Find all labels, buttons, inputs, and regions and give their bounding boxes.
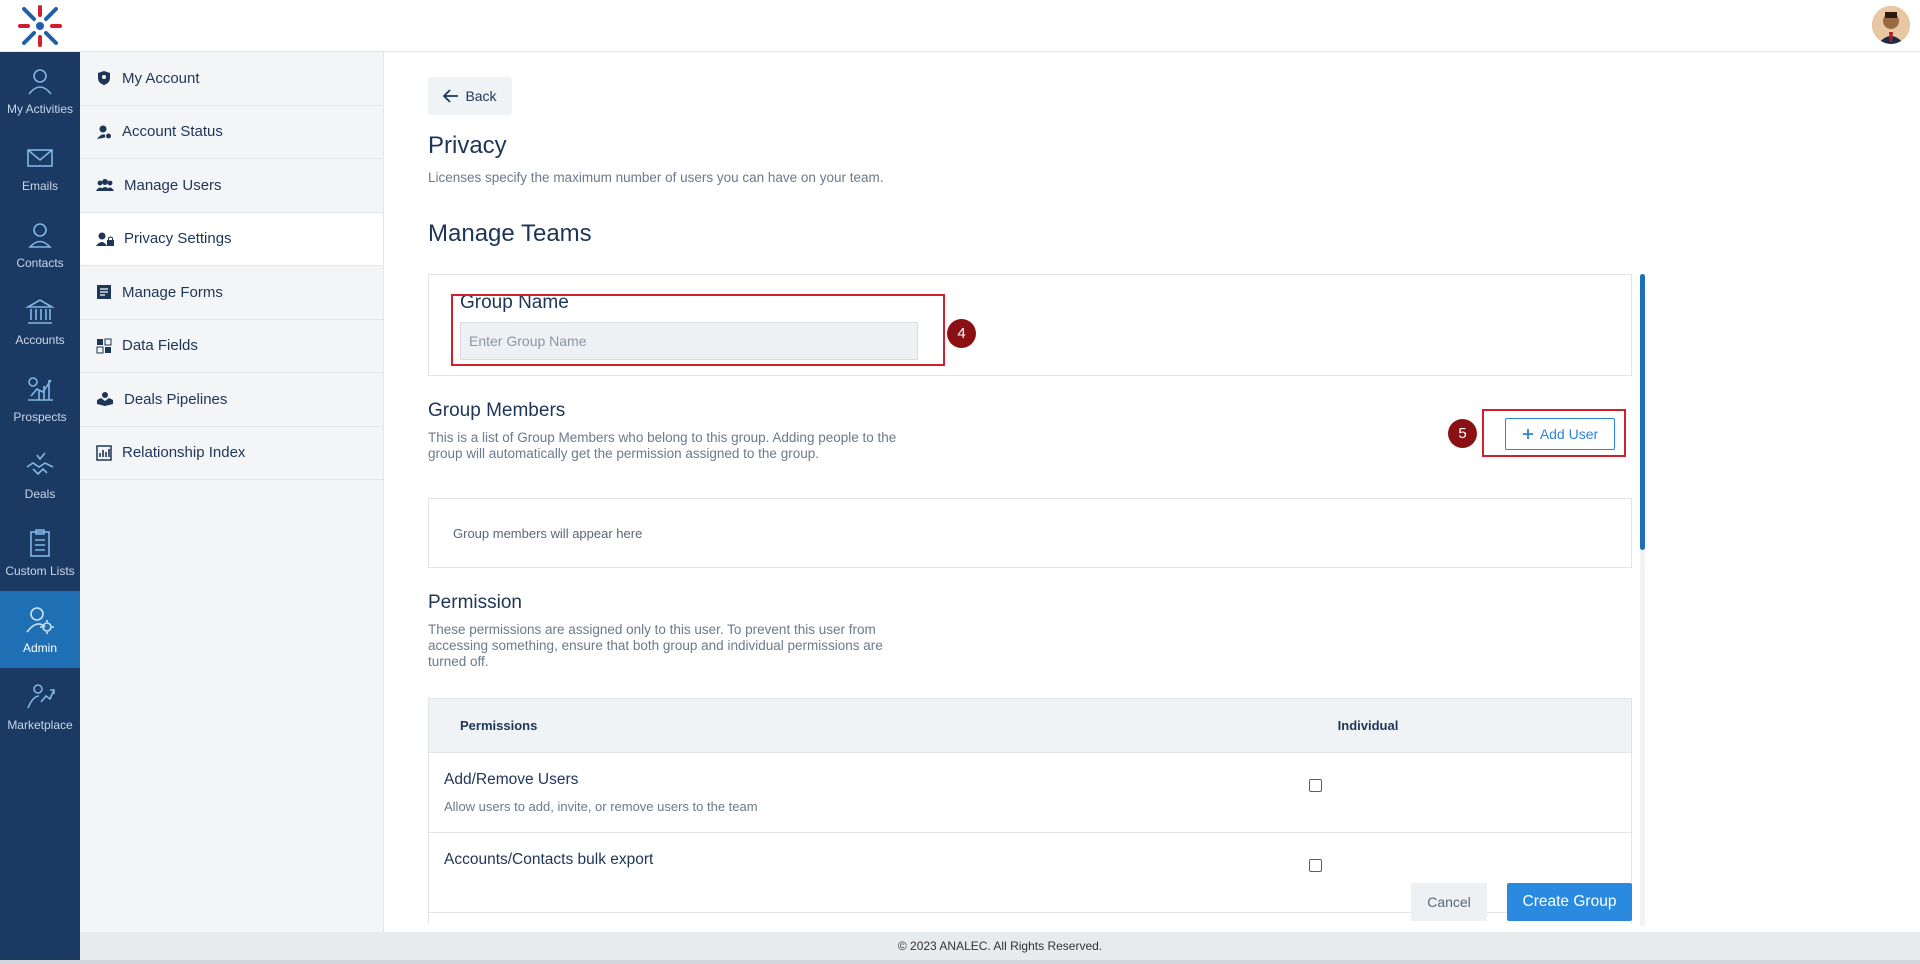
user-activity-icon [28, 68, 52, 95]
users-icon [96, 179, 114, 192]
nav-emails[interactable]: Emails [0, 129, 80, 206]
arrow-left-icon [443, 89, 459, 103]
nav-prospects[interactable]: Prospects [0, 360, 80, 437]
nav-label: Marketplace [7, 717, 73, 732]
sidebar-item-label: Deals Pipelines [124, 390, 228, 408]
back-button[interactable]: Back [428, 77, 512, 115]
nav-custom-lists[interactable]: Custom Lists [0, 514, 80, 591]
step-badge: 4 [947, 319, 976, 348]
sidebar-item-manage-forms[interactable]: Manage Forms [80, 266, 383, 320]
nav-label: Admin [22, 640, 57, 655]
nav-deals[interactable]: Deals [0, 437, 80, 514]
cancel-button[interactable]: Cancel [1411, 883, 1487, 921]
copyright-text: © 2023 ANALEC. All Rights Reserved. [897, 939, 1103, 953]
admin-sidebar: My Account Account Status Manage Users P… [80, 52, 384, 932]
sidebar-item-label: Account Status [122, 123, 223, 141]
sidebar-item-manage-users[interactable]: Manage Users [80, 159, 383, 213]
clipboard-list-icon [30, 528, 50, 557]
nav-admin[interactable]: Admin [0, 591, 80, 668]
permission-subtitle-cell: Allow users to add, invite, or remove us… [444, 799, 758, 814]
individual-checkbox[interactable] [1309, 859, 1322, 872]
top-bar [0, 0, 1920, 52]
individual-checkbox[interactable] [1309, 779, 1322, 792]
sidebar-item-account-status[interactable]: Account Status [80, 106, 383, 159]
nav-my-activities[interactable]: My Activities [0, 52, 80, 129]
sidebar-item-privacy-settings[interactable]: Privacy Settings [80, 212, 383, 266]
table-header: Permissions Individual [429, 699, 1631, 753]
add-user-button[interactable]: Add User [1505, 418, 1615, 450]
permission-description: These permissions are assigned only to t… [428, 622, 883, 669]
bottom-strip [0, 960, 1920, 964]
nav-label: Prospects [13, 409, 67, 424]
footer: © 2023 ANALEC. All Rights Reserved. [80, 932, 1920, 960]
avatar-icon [1872, 6, 1910, 44]
nav-label: Emails [21, 178, 58, 193]
sidebar-item-relationship-index[interactable]: Relationship Index [80, 427, 383, 480]
back-label: Back [465, 88, 497, 104]
prospects-icon [28, 376, 53, 401]
permission-title-cell: Accounts/Contacts bulk export [444, 851, 654, 868]
sidebar-item-label: Relationship Index [122, 444, 246, 462]
user-status-icon [97, 125, 112, 140]
shield-user-icon [98, 71, 110, 86]
grid-icon [96, 338, 112, 354]
pipeline-icon [97, 392, 113, 407]
logo-icon [18, 5, 62, 47]
nav-marketplace[interactable]: Marketplace [0, 668, 80, 745]
column-header-individual: Individual [1337, 718, 1399, 733]
permission-title: Permission [428, 592, 522, 613]
group-members-list: Group members will appear here [428, 498, 1632, 568]
nav-label: Custom Lists [5, 563, 75, 578]
scrollbar-thumb[interactable] [1640, 274, 1645, 550]
nav-contacts[interactable]: Contacts [0, 206, 80, 283]
group-members-title: Group Members [428, 400, 566, 421]
mail-icon [27, 148, 53, 167]
sidebar-item-label: Manage Forms [122, 283, 223, 301]
sidebar-item-my-account[interactable]: My Account [80, 52, 383, 106]
table-row: Add/Remove Users Allow users to add, inv… [429, 753, 1631, 833]
index-icon [96, 445, 112, 461]
admin-gear-icon [26, 606, 54, 634]
primary-nav: My Activities Emails Contacts Accounts P… [0, 52, 80, 964]
nav-label: Accounts [15, 332, 65, 347]
empty-state-text: Group members will appear here [453, 525, 643, 541]
column-header-permissions: Permissions [460, 718, 538, 733]
contact-icon [28, 222, 52, 248]
bank-icon [25, 298, 55, 324]
user-avatar[interactable] [1872, 6, 1910, 44]
create-group-button[interactable]: Create Group [1507, 883, 1632, 921]
sidebar-item-data-fields[interactable]: Data Fields [80, 320, 383, 373]
annotation-highlight-group-name [451, 294, 945, 366]
page-description: Licenses specify the maximum number of u… [428, 170, 884, 185]
form-icon [97, 285, 111, 300]
user-lock-icon [96, 232, 114, 246]
page-title: Privacy [428, 132, 507, 159]
nav-label: Deals [24, 486, 56, 501]
group-members-description: This is a list of Group Members who belo… [428, 430, 897, 461]
section-title: Manage Teams [428, 220, 592, 247]
nav-accounts[interactable]: Accounts [0, 283, 80, 360]
handshake-icon [26, 451, 54, 475]
sidebar-item-label: My Account [122, 69, 200, 87]
app-logo[interactable] [0, 0, 80, 52]
nav-label: Contacts [16, 255, 64, 270]
step-badge: 5 [1448, 419, 1477, 448]
main-content: Back Privacy Licenses specify the maximu… [384, 52, 1920, 932]
marketplace-icon [27, 683, 55, 708]
sidebar-item-deals-pipelines[interactable]: Deals Pipelines [80, 373, 383, 427]
sidebar-item-label: Data Fields [122, 337, 198, 355]
sidebar-item-label: Manage Users [124, 176, 222, 194]
plus-icon [1522, 429, 1533, 439]
add-user-label: Add User [1539, 426, 1599, 442]
permission-title-cell: Add/Remove Users [444, 771, 579, 788]
nav-label: My Activities [6, 101, 73, 116]
sidebar-item-label: Privacy Settings [124, 230, 232, 248]
